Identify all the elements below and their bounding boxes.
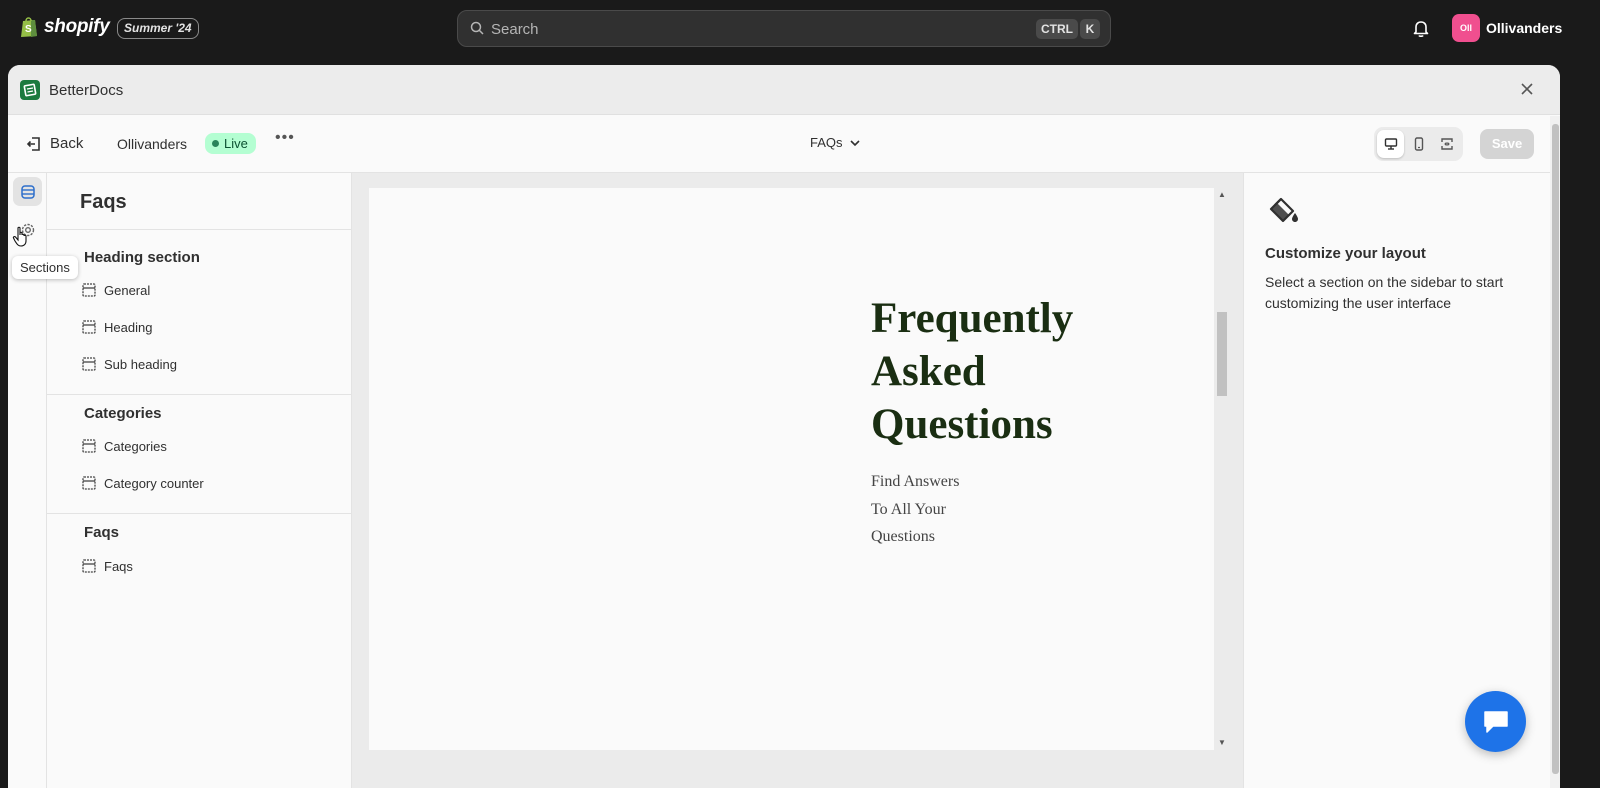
scrollbar-thumb[interactable] [1217, 312, 1227, 396]
section-item-faqs[interactable]: Faqs [82, 555, 133, 577]
preview-area: Frequently Asked Questions Find Answers … [352, 173, 1243, 788]
page-scrollbar[interactable] [1550, 116, 1560, 788]
section-item-label: Categories [104, 438, 167, 454]
faq-subheading: Find Answers To All Your Questions [871, 473, 960, 546]
brand-name: shopify [44, 16, 110, 37]
customize-title: Customize your layout [1265, 245, 1426, 262]
more-actions-button[interactable]: ••• [275, 129, 295, 147]
shortcut-k-key: K [1080, 19, 1100, 39]
section-item-sub-heading[interactable]: Sub heading [82, 353, 177, 375]
close-icon[interactable] [1518, 80, 1536, 98]
shopify-logo[interactable]: S shopify [20, 16, 110, 38]
group-title-faqs: Faqs [84, 524, 120, 541]
group-title-categories: Categories [84, 405, 162, 422]
save-button[interactable]: Save [1480, 129, 1534, 159]
back-label: Back [50, 135, 84, 152]
desktop-view-button[interactable] [1377, 130, 1404, 158]
app-titlebar: BetterDocs [8, 65, 1560, 115]
sections-tab-button[interactable] [13, 177, 42, 206]
shortcut-ctrl-key: CTRL [1036, 19, 1078, 39]
svg-text:S: S [25, 24, 32, 35]
store-avatar[interactable]: Oll [1452, 14, 1480, 42]
section-item-label: Faqs [104, 558, 133, 574]
divider [47, 394, 352, 395]
section-block-icon [82, 283, 96, 297]
global-search[interactable]: Search CTRL K [457, 10, 1111, 47]
app-frame: BetterDocs Back Ollivanders Live ••• FAQ… [8, 65, 1560, 788]
section-block-icon [82, 559, 96, 573]
page-scrollbar-thumb[interactable] [1552, 124, 1559, 774]
editor-toolbar: Back Ollivanders Live ••• FAQs Save [8, 115, 1560, 173]
search-placeholder: Search [491, 21, 539, 38]
page-selector[interactable]: FAQs [810, 135, 861, 150]
section-item-label: Category counter [104, 475, 204, 491]
section-item-heading[interactable]: Heading [82, 316, 152, 338]
desktop-icon [1384, 138, 1397, 150]
season-badge[interactable]: Summer '24 [117, 18, 199, 39]
customize-description: Select a section on the sidebar to start… [1265, 274, 1504, 311]
app-title: BetterDocs [49, 82, 124, 99]
sections-panel: Faqs Heading section General Heading Sub… [47, 173, 352, 788]
sections-icon [20, 184, 35, 199]
divider [47, 229, 352, 230]
live-status-text: Live [224, 136, 248, 151]
betterdocs-logo-icon [20, 80, 40, 100]
hand-pointer-cursor-icon [12, 226, 27, 247]
search-icon [470, 21, 484, 35]
sections-panel-title: Faqs [80, 191, 127, 213]
admin-topbar: S shopify Summer '24 Search CTRL K Oll O… [0, 0, 1600, 57]
notifications-bell-icon[interactable] [1412, 19, 1430, 38]
scroll-up-arrow-icon[interactable]: ▲ [1218, 190, 1226, 199]
chevron-down-icon [849, 139, 860, 146]
section-item-label: Sub heading [104, 356, 178, 372]
section-item-label: General [104, 282, 151, 298]
section-item-category-counter[interactable]: Category counter [82, 472, 204, 494]
faq-heading: Frequently Asked Questions [871, 295, 1074, 448]
section-block-icon [82, 320, 96, 334]
preview-canvas[interactable]: Frequently Asked Questions Find Answers … [369, 188, 1214, 750]
store-label: Ollivanders [117, 136, 188, 152]
exit-icon [26, 136, 40, 151]
fullscreen-icon [1440, 138, 1453, 150]
live-status-badge: Live [205, 133, 256, 154]
page-selector-label: FAQs [810, 135, 843, 150]
section-item-general[interactable]: General [82, 279, 150, 301]
section-item-label: Heading [104, 319, 153, 335]
mobile-view-button[interactable] [1405, 130, 1432, 158]
preview-scrollbar[interactable]: ▲ ▼ [1214, 188, 1228, 750]
live-dot-icon [212, 140, 219, 147]
device-switcher [1374, 127, 1463, 161]
paint-bucket-icon [1269, 197, 1298, 223]
shopify-bag-icon: S [21, 17, 37, 37]
divider [47, 513, 352, 514]
scroll-down-arrow-icon[interactable]: ▼ [1218, 738, 1226, 747]
section-block-icon [82, 476, 96, 490]
group-title-heading-section: Heading section [84, 249, 200, 266]
sections-tooltip: Sections [12, 256, 78, 279]
section-item-categories[interactable]: Categories [82, 435, 167, 457]
section-block-icon [82, 357, 96, 371]
chat-launcher-button[interactable] [1465, 691, 1526, 752]
fullscreen-view-button[interactable] [1433, 130, 1460, 158]
back-button[interactable]: Back [26, 135, 83, 152]
section-block-icon [82, 439, 96, 453]
store-name[interactable]: Ollivanders [1486, 20, 1562, 36]
chat-bubble-icon [1483, 710, 1508, 733]
mobile-icon [1414, 137, 1423, 151]
